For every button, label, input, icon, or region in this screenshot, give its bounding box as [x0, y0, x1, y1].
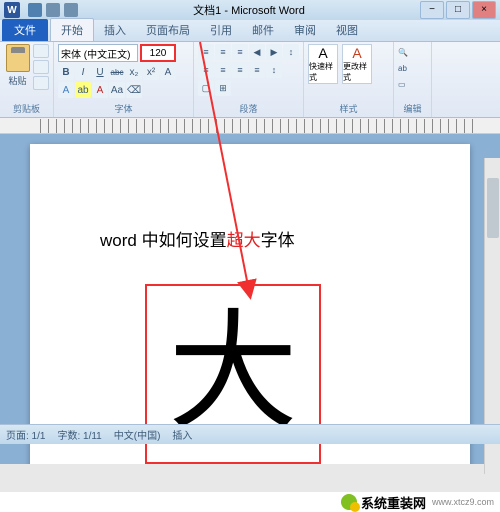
underline-button[interactable]: U [92, 64, 108, 80]
clipboard-group: 粘贴 剪贴板 [0, 42, 54, 117]
close-button[interactable]: × [472, 1, 496, 19]
copy-button[interactable] [33, 60, 49, 74]
minimize-button[interactable]: − [420, 1, 444, 19]
ribbon: 粘贴 剪贴板 宋体 (中文正文) 120 B I U [0, 42, 500, 118]
paragraph-group: ≡ ≡ ≡ ◀ ▶ ↕ ≡ ≡ ≡ ≡ ↕ ▢ ⊞ [194, 42, 304, 117]
text-effects-button[interactable]: A [58, 82, 74, 98]
decrease-indent-button[interactable]: ◀ [249, 44, 265, 60]
highlight-button[interactable]: ab [75, 82, 91, 98]
increase-indent-button[interactable]: ▶ [266, 44, 282, 60]
numbering-button[interactable]: ≡ [215, 44, 231, 60]
text-part-red: 超大 [227, 231, 261, 250]
find-button[interactable]: 🔍 [398, 44, 428, 60]
quick-styles-label: 快速样式 [309, 61, 337, 83]
font-color-button[interactable]: A [92, 82, 108, 98]
tab-view[interactable]: 视图 [326, 19, 368, 41]
subscript-button[interactable]: x₂ [126, 64, 142, 80]
watermark: 系统重装网 www.xtcz9.com [0, 492, 500, 512]
borders-button[interactable]: ⊞ [215, 80, 231, 96]
tab-home[interactable]: 开始 [50, 18, 94, 41]
styles-group: A 快速样式 A 更改样式 样式 [304, 42, 394, 117]
tab-mail[interactable]: 邮件 [242, 19, 284, 41]
text-part-1: word 中如何设置 [100, 231, 227, 250]
status-words[interactable]: 字数: 1/11 [57, 427, 101, 442]
status-bar: 页面: 1/1 字数: 1/11 中文(中国) 插入 [0, 424, 500, 444]
bold-button[interactable]: B [58, 64, 74, 80]
change-case-button[interactable]: Aa [109, 82, 125, 98]
clipboard-label: 剪贴板 [4, 100, 49, 115]
line-spacing-button[interactable]: ↕ [266, 62, 282, 78]
clear-format-button[interactable]: ⌫ [126, 82, 142, 98]
quick-styles-button[interactable]: A 快速样式 [308, 44, 338, 84]
tab-references[interactable]: 引用 [200, 19, 242, 41]
quick-access-toolbar: W 文档1 - Microsoft Word − □ × [0, 0, 500, 20]
paste-icon [6, 44, 30, 72]
status-page[interactable]: 页面: 1/1 [6, 427, 45, 442]
document-text[interactable]: word 中如何设置超大字体 [100, 226, 440, 251]
paste-label: 粘贴 [8, 74, 26, 87]
watermark-url: www.xtcz9.com [432, 497, 494, 507]
select-button[interactable]: ▭ [398, 76, 428, 92]
app-icon: W [4, 2, 20, 18]
redo-icon[interactable] [64, 3, 78, 17]
italic-button[interactable]: I [75, 64, 91, 80]
tab-insert[interactable]: 插入 [94, 19, 136, 41]
align-left-button[interactable]: ≡ [198, 62, 214, 78]
justify-button[interactable]: ≡ [249, 62, 265, 78]
big-character[interactable]: 大 [168, 309, 298, 439]
replace-button[interactable]: ab [398, 60, 428, 76]
sort-button[interactable]: ↕ [283, 44, 299, 60]
watermark-icon [341, 494, 357, 510]
status-language[interactable]: 中文(中国) [114, 427, 161, 442]
tab-review[interactable]: 审阅 [284, 19, 326, 41]
undo-icon[interactable] [46, 3, 60, 17]
status-insert[interactable]: 插入 [172, 427, 192, 442]
paragraph-label: 段落 [198, 100, 299, 115]
document-area: word 中如何设置超大字体 大 [0, 134, 500, 464]
align-right-button[interactable]: ≡ [232, 62, 248, 78]
tab-layout[interactable]: 页面布局 [136, 19, 200, 41]
bullets-button[interactable]: ≡ [198, 44, 214, 60]
ribbon-tabs: 文件 开始 插入 页面布局 引用 邮件 审阅 视图 [0, 20, 500, 42]
font-group: 宋体 (中文正文) 120 B I U abc x₂ x² A A ab A A… [54, 42, 194, 117]
superscript-button[interactable]: x² [143, 64, 159, 80]
tab-file[interactable]: 文件 [2, 19, 48, 41]
editing-label: 编辑 [398, 100, 427, 115]
format-painter-button[interactable] [33, 76, 49, 90]
save-icon[interactable] [28, 3, 42, 17]
multilevel-button[interactable]: ≡ [232, 44, 248, 60]
cut-button[interactable] [33, 44, 49, 58]
font-name-input[interactable]: 宋体 (中文正文) [58, 44, 138, 62]
styles-label: 样式 [308, 100, 389, 115]
watermark-text: 系统重装网 [361, 493, 426, 512]
change-styles-label: 更改样式 [343, 61, 371, 83]
ruler[interactable] [0, 118, 500, 134]
change-styles-button[interactable]: A 更改样式 [342, 44, 372, 84]
window-title: 文档1 - Microsoft Word [82, 2, 416, 18]
font-size-input[interactable]: 120 [140, 44, 176, 62]
grow-font-button[interactable]: A [160, 64, 176, 80]
align-center-button[interactable]: ≡ [215, 62, 231, 78]
editing-group: 🔍 ab ▭ 编辑 [394, 42, 432, 117]
strike-button[interactable]: abc [109, 64, 125, 80]
maximize-button[interactable]: □ [446, 1, 470, 19]
text-part-2: 字体 [261, 231, 295, 250]
page[interactable]: word 中如何设置超大字体 大 [30, 144, 470, 464]
ruler-marks [40, 119, 480, 133]
paste-button[interactable]: 粘贴 [4, 44, 31, 87]
scrollbar-thumb[interactable] [487, 178, 499, 238]
font-label: 字体 [58, 100, 189, 115]
shading-button[interactable]: ▢ [198, 80, 214, 96]
